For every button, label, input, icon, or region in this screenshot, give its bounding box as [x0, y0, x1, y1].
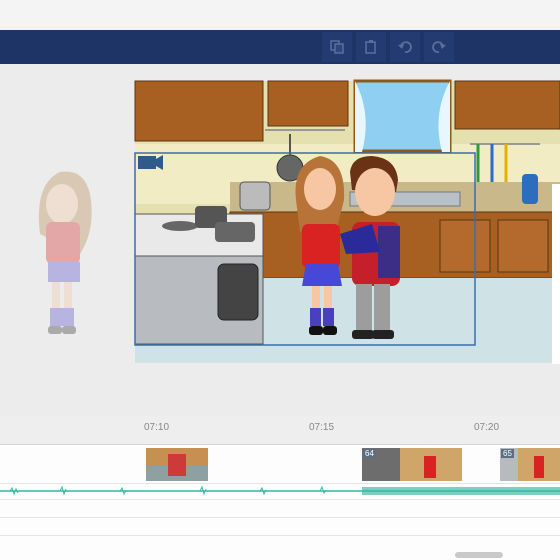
kitchen-scene — [134, 79, 560, 363]
time-tick: 07:15 — [309, 422, 335, 433]
timeline-panel[interactable]: 07:10 07:15 07:20 64 65 — [0, 416, 560, 560]
time-tick: 07:20 — [474, 422, 500, 433]
audio-track[interactable] — [0, 483, 560, 500]
redo-icon — [432, 41, 446, 53]
paste-button[interactable] — [356, 32, 386, 62]
stage-canvas[interactable] — [0, 64, 560, 416]
scene-thumbnail[interactable]: 64 — [362, 448, 462, 481]
copy-icon — [330, 40, 344, 54]
editor-toolbar — [0, 30, 560, 64]
empty-track[interactable] — [0, 517, 560, 536]
audio-waveform — [0, 485, 560, 496]
scene-thumbnail[interactable]: 65 — [500, 448, 560, 481]
video-camera-icon[interactable] — [138, 155, 163, 170]
offstage-character[interactable] — [38, 171, 92, 334]
undo-button[interactable] — [390, 32, 420, 62]
scene-track[interactable]: 64 65 — [0, 445, 560, 484]
empty-track[interactable] — [0, 499, 560, 518]
undo-icon — [398, 41, 412, 53]
scene-number: 64 — [363, 449, 376, 458]
scene-thumbnail[interactable] — [146, 448, 208, 481]
top-strip — [0, 0, 560, 30]
copy-button[interactable] — [322, 32, 352, 62]
redo-button[interactable] — [424, 32, 454, 62]
timeline-ruler[interactable]: 07:10 07:15 07:20 — [0, 416, 560, 445]
scene-number: 65 — [501, 449, 514, 458]
fridge-edge — [552, 184, 560, 364]
paste-icon — [365, 40, 376, 54]
timeline-scrollbar[interactable] — [455, 552, 503, 558]
time-tick: 07:10 — [144, 422, 170, 433]
